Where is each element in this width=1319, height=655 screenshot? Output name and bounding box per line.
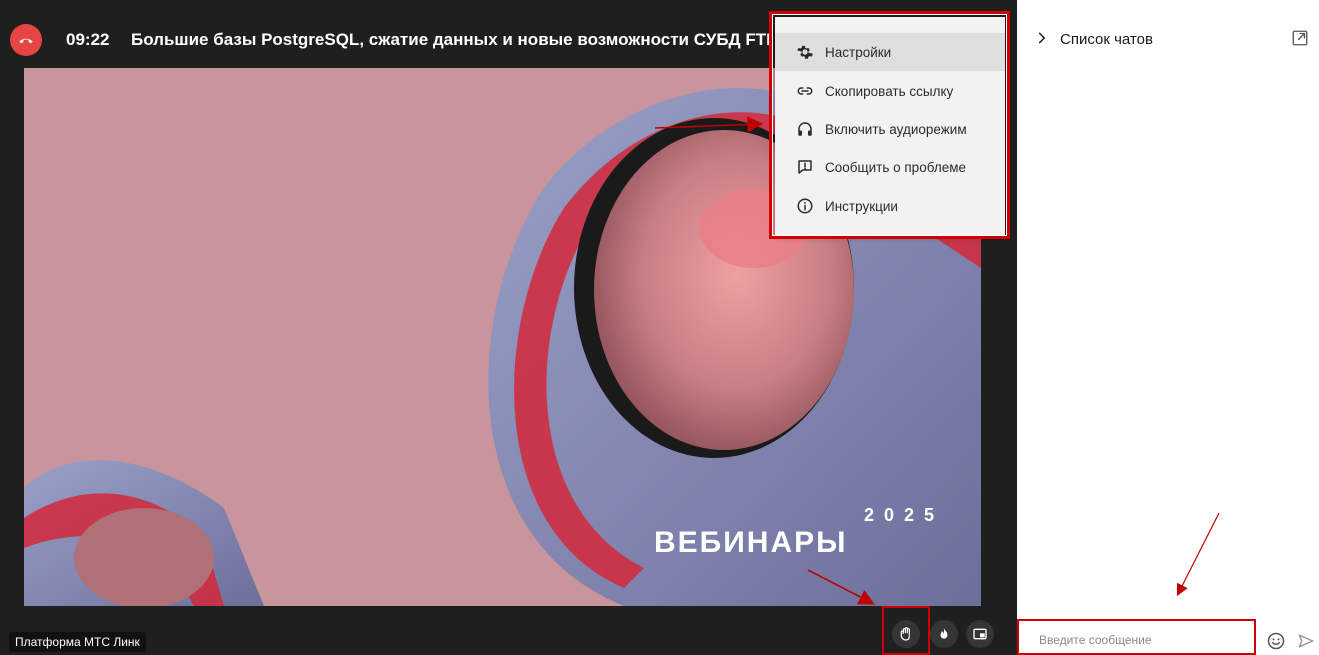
menu-highlight xyxy=(769,11,1010,239)
meeting-time: 09:22 xyxy=(66,30,110,49)
chevron-right-icon[interactable] xyxy=(1035,31,1049,45)
phone-hangup-icon xyxy=(19,38,33,44)
flame-icon xyxy=(940,628,948,639)
reaction-button[interactable] xyxy=(930,620,958,648)
banner-year: 2025 xyxy=(864,505,944,525)
emoji-icon[interactable] xyxy=(1266,631,1286,651)
platform-badge: Платформа МТС Линк xyxy=(9,632,146,652)
chat-panel: Список чатов xyxy=(1017,0,1319,655)
meeting-title: Большие базы PostgreSQL, сжатие данных и… xyxy=(131,30,771,49)
meeting-bottombar: Платформа МТС Линк xyxy=(0,606,1017,655)
message-input[interactable] xyxy=(1039,633,1249,647)
banner-title: ВЕБИНАРЫ xyxy=(654,526,848,559)
chat-header: Список чатов xyxy=(1017,0,1319,70)
raise-hand-highlight xyxy=(882,606,930,655)
send-icon[interactable] xyxy=(1296,631,1316,651)
popout-icon[interactable] xyxy=(1291,29,1309,47)
chat-list-title[interactable]: Список чатов xyxy=(1060,31,1153,48)
message-input-container xyxy=(1017,619,1256,655)
hangup-button[interactable] xyxy=(10,24,42,56)
picture-in-picture-button[interactable] xyxy=(966,620,994,648)
pip-icon xyxy=(973,628,987,640)
